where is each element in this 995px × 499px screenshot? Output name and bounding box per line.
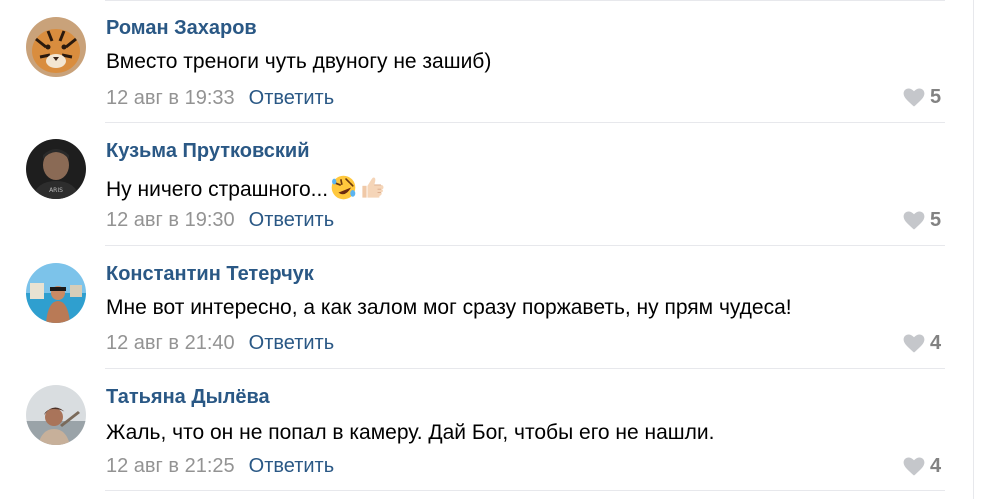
comment-item: Татьяна Дылёва Жаль, что он не попал в к… <box>0 369 960 492</box>
like-button[interactable]: 4 <box>903 332 941 355</box>
comment-date[interactable]: 12 авг в 21:25 <box>106 455 235 477</box>
thumbs-up-emoji-icon <box>362 177 384 198</box>
beach-avatar-icon <box>26 263 86 323</box>
comment-date[interactable]: 12 авг в 21:40 <box>106 332 235 354</box>
reply-button[interactable]: Ответить <box>249 455 335 477</box>
comment-item: ARIS Кузьма Прутковский Ну ничего страшн… <box>0 123 960 246</box>
comment-date[interactable]: 12 авг в 19:33 <box>106 87 235 109</box>
author-name[interactable]: Кузьма Прутковский <box>106 140 310 163</box>
svg-text:ARIS: ARIS <box>49 187 63 194</box>
comment-meta: 12 авг в 21:25 Ответить <box>106 455 334 478</box>
avatar[interactable]: ARIS <box>26 139 86 199</box>
comment-text: Мне вот интересно, а как залом мог сразу… <box>106 296 792 319</box>
comment-text: Жаль, что он не попал в камеру. Дай Бог,… <box>106 421 715 444</box>
comment-meta: 12 авг в 19:30 Ответить <box>106 209 334 232</box>
comment-meta: 12 авг в 19:33 Ответить <box>106 87 334 110</box>
reply-button[interactable]: Ответить <box>249 87 335 109</box>
like-button[interactable]: 4 <box>903 455 941 478</box>
comment-meta: 12 авг в 21:40 Ответить <box>106 332 334 355</box>
woman-avatar-icon <box>26 385 86 445</box>
heart-icon <box>903 211 925 230</box>
comment-text: Ну ничего страшного... <box>106 174 386 202</box>
like-count: 5 <box>930 209 942 231</box>
comment-divider <box>105 490 945 491</box>
heart-icon <box>903 457 925 476</box>
comment-item: Роман Захаров Вместо треноги чуть двуног… <box>0 0 960 123</box>
panel-edge <box>973 0 974 499</box>
comment-text-body: Ну ничего страшного... <box>106 178 329 201</box>
tiger-avatar-icon <box>26 17 86 77</box>
avatar[interactable] <box>26 263 86 323</box>
author-name[interactable]: Татьяна Дылёва <box>106 386 270 409</box>
avatar[interactable] <box>26 17 86 77</box>
like-button[interactable]: 5 <box>903 86 941 109</box>
like-count: 4 <box>930 332 942 354</box>
author-name[interactable]: Константин Тетерчук <box>106 263 314 286</box>
avatar[interactable] <box>26 385 86 445</box>
like-count: 5 <box>930 86 942 108</box>
heart-icon <box>903 334 925 353</box>
reply-button[interactable]: Ответить <box>249 209 335 231</box>
comment-text: Вместо треноги чуть двуногу не зашиб) <box>106 50 492 73</box>
rolling-laughing-emoji-icon <box>331 175 356 200</box>
heart-icon <box>903 88 925 107</box>
man-avatar-icon: ARIS <box>26 139 86 199</box>
comment-item: Константин Тетерчук Мне вот интересно, а… <box>0 246 960 369</box>
like-button[interactable]: 5 <box>903 209 941 232</box>
reply-button[interactable]: Ответить <box>249 332 335 354</box>
author-name[interactable]: Роман Захаров <box>106 17 257 40</box>
like-count: 4 <box>930 455 942 477</box>
comment-date[interactable]: 12 авг в 19:30 <box>106 209 235 231</box>
